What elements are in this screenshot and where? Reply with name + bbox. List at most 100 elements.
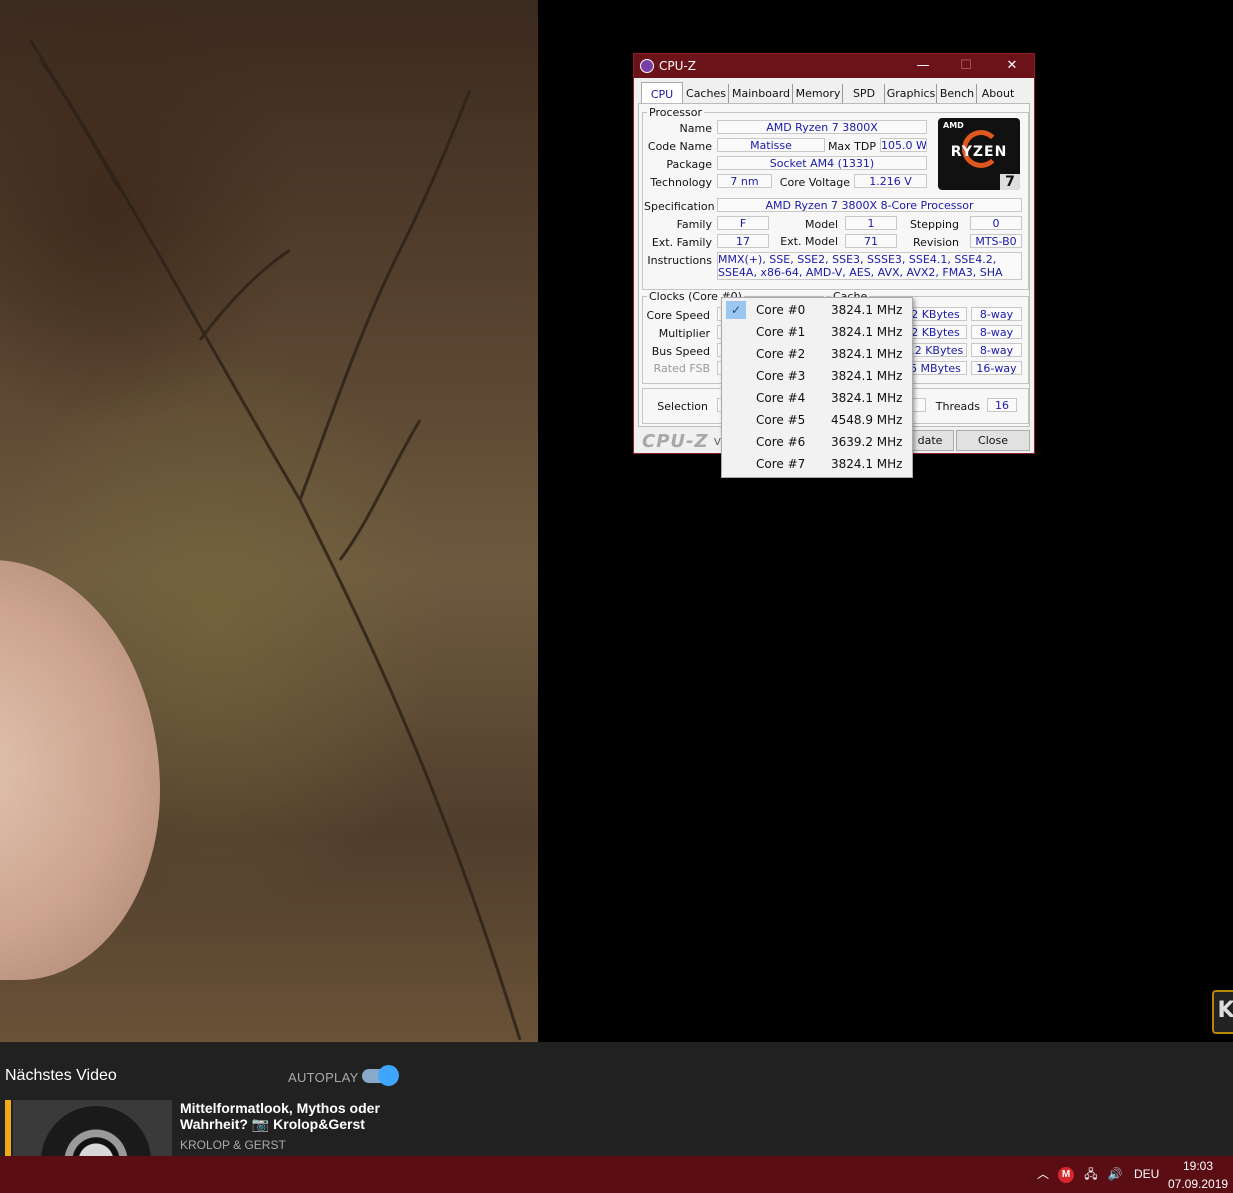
cache-l1i-assoc: 8-way xyxy=(971,325,1022,339)
selection-label: Selection xyxy=(657,400,708,413)
specification-value: AMD Ryzen 7 3800X 8-Core Processor xyxy=(717,198,1022,212)
model-label: Model xyxy=(804,218,838,231)
cache-l3-size: 5 MBytes xyxy=(904,361,967,375)
core-speed-label: Core Speed xyxy=(646,309,710,322)
cpuz-footer-logo: CPU-Z xyxy=(642,431,709,452)
core-menu-item-freq: 3824.1 MHz xyxy=(831,347,903,361)
name-value: AMD Ryzen 7 3800X xyxy=(717,120,927,134)
family-value: F xyxy=(717,216,769,230)
cache-l3-assoc: 16-way xyxy=(971,361,1022,375)
cache-l1i-size: 2 KBytes xyxy=(904,325,967,339)
threads-value: 16 xyxy=(987,398,1017,412)
clock-time[interactable]: 19:03 xyxy=(1170,1159,1226,1173)
package-label: Package xyxy=(666,158,712,171)
cache-l2-assoc: 8-way xyxy=(971,343,1022,357)
core-menu-item[interactable]: Core #3 3824.1 MHz xyxy=(724,365,910,387)
tab-about[interactable]: About xyxy=(978,84,1018,103)
technology-label: Technology xyxy=(650,176,712,189)
cpuz-app-icon[interactable] xyxy=(640,59,654,73)
tab-cpu[interactable]: CPU xyxy=(641,82,683,104)
mega-icon[interactable]: M xyxy=(1058,1167,1074,1183)
threads-label: Threads xyxy=(935,400,980,413)
core-menu-item-freq: 3824.1 MHz xyxy=(831,457,903,471)
cpuz-titlebar[interactable]: CPU-Z — ☐ ✕ xyxy=(634,54,1034,78)
core-menu-item-name: Core #7 xyxy=(756,457,806,471)
next-video-heading: Nächstes Video xyxy=(5,1067,117,1084)
revision-label: Revision xyxy=(913,236,959,249)
video-frame[interactable] xyxy=(0,0,538,1042)
tab-mainboard[interactable]: Mainboard xyxy=(730,84,793,103)
core-menu-item-name: Core #6 xyxy=(756,435,806,449)
maximize-button[interactable]: ☐ xyxy=(943,54,989,78)
taskbar: ︿ M 🖧 🔊 DEU 19:03 07.09.2019 xyxy=(0,1156,1233,1193)
model-value: 1 xyxy=(845,216,897,230)
next-video-accent-bar xyxy=(5,1100,11,1156)
ryzen-logo-text: RYZEN xyxy=(950,144,1008,160)
core-menu-item-freq: 4548.9 MHz xyxy=(831,413,903,427)
validate-button[interactable]: date xyxy=(906,430,954,451)
core-menu-item[interactable]: Core #6 3639.2 MHz xyxy=(724,431,910,453)
cache-l1d-size: 2 KBytes xyxy=(904,307,967,321)
core-menu-item[interactable]: Core #5 4548.9 MHz xyxy=(724,409,910,431)
channel-watermark[interactable]: K xyxy=(1212,990,1233,1034)
specification-label: Specification xyxy=(644,200,715,213)
cache-l1d-assoc: 8-way xyxy=(971,307,1022,321)
core-menu-item[interactable]: ✓ Core #0 3824.1 MHz xyxy=(724,299,910,321)
revision-value: MTS-B0 xyxy=(970,234,1022,248)
instructions-value: MMX(+), SSE, SSE2, SSE3, SSSE3, SSE4.1, … xyxy=(717,252,1022,280)
cpuz-title: CPU-Z xyxy=(659,59,696,73)
next-video-panel: Nächstes Video AUTOPLAY Mittelformatlook… xyxy=(0,1042,1233,1156)
tab-graphics[interactable]: Graphics xyxy=(886,84,937,103)
core-menu-item[interactable]: Core #1 3824.1 MHz xyxy=(724,321,910,343)
core-menu-item-freq: 3824.1 MHz xyxy=(831,391,903,405)
ryzen-tier-badge: 7 xyxy=(1000,174,1020,190)
instructions-label: Instructions xyxy=(647,254,712,267)
processor-legend: Processor xyxy=(649,106,702,119)
autoplay-label: AUTOPLAY xyxy=(288,1070,359,1085)
core-menu-item-name: Core #4 xyxy=(756,391,806,405)
family-label: Family xyxy=(676,218,712,231)
core-menu-item-name: Core #3 xyxy=(756,369,806,383)
network-icon[interactable]: 🖧 xyxy=(1082,1156,1100,1193)
ext-family-label: Ext. Family xyxy=(651,236,712,249)
tab-spd[interactable]: SPD xyxy=(844,84,885,103)
core-menu-item[interactable]: Core #2 3824.1 MHz xyxy=(724,343,910,365)
clock-date[interactable]: 07.09.2019 xyxy=(1168,1177,1228,1191)
technology-value: 7 nm xyxy=(717,174,772,188)
checkmark-icon: ✓ xyxy=(726,301,746,319)
ext-model-label: Ext. Model xyxy=(780,235,838,248)
ext-model-value: 71 xyxy=(845,234,897,248)
autoplay-toggle[interactable] xyxy=(362,1065,399,1086)
chevron-up-icon[interactable]: ︿ xyxy=(1036,1156,1050,1193)
core-voltage-label: Core Voltage xyxy=(779,176,850,189)
core-menu-item-freq: 3639.2 MHz xyxy=(831,435,903,449)
core-menu-item[interactable]: Core #7 3824.1 MHz xyxy=(724,453,910,475)
tab-caches[interactable]: Caches xyxy=(684,84,729,103)
next-video-channel[interactable]: KROLOP & GERST xyxy=(180,1138,286,1152)
volume-icon[interactable]: 🔊 xyxy=(1106,1156,1124,1193)
language-indicator[interactable]: DEU xyxy=(1134,1156,1160,1193)
close-button[interactable]: Close xyxy=(956,430,1030,451)
rated-fsb-label: Rated FSB xyxy=(653,362,710,375)
bus-speed-label: Bus Speed xyxy=(651,345,710,358)
package-value: Socket AM4 (1331) xyxy=(717,156,927,170)
close-window-button[interactable]: ✕ xyxy=(989,54,1035,78)
tab-bench[interactable]: Bench xyxy=(938,84,977,103)
minimize-button[interactable]: — xyxy=(900,54,946,78)
cache-l2-size: 12 KBytes xyxy=(904,343,967,357)
core-menu-item-freq: 3824.1 MHz xyxy=(831,303,903,317)
next-video-title[interactable]: Mittelformatlook, Mythos oder Wahrheit? … xyxy=(180,1100,400,1132)
code-name-value: Matisse xyxy=(717,138,825,152)
amd-ryzen-logo: AMD RYZEN 7 xyxy=(938,118,1020,190)
video-branches-image xyxy=(28,39,522,1041)
core-menu-item-freq: 3824.1 MHz xyxy=(831,369,903,383)
tab-memory[interactable]: Memory xyxy=(794,84,843,103)
core-menu-item[interactable]: Core #4 3824.1 MHz xyxy=(724,387,910,409)
code-name-label: Code Name xyxy=(647,140,712,153)
max-tdp-value: 105.0 W xyxy=(880,138,927,152)
core-menu-item-freq: 3824.1 MHz xyxy=(831,325,903,339)
next-video-thumbnail[interactable] xyxy=(13,1100,172,1156)
amd-logo-text: AMD xyxy=(943,121,964,130)
core-select-menu: ✓ Core #0 3824.1 MHz Core #1 3824.1 MHz … xyxy=(721,297,913,478)
stepping-value: 0 xyxy=(970,216,1022,230)
